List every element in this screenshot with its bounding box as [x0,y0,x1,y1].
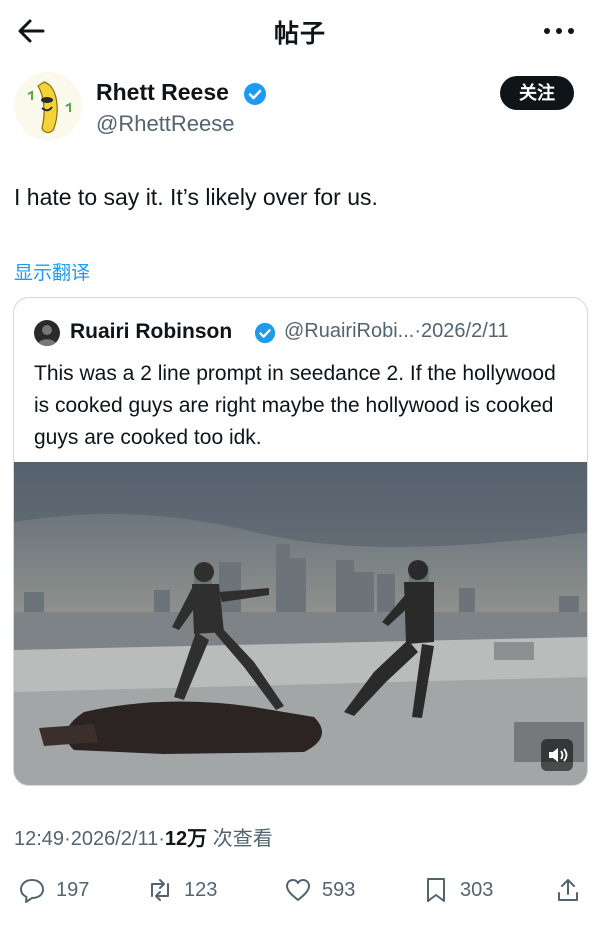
volume-icon [549,748,568,762]
page-title: 帖子 [273,20,326,48]
views-count[interactable]: 12万 [165,828,207,850]
bookmark-count: 303 [460,878,494,901]
mute-button[interactable] [541,739,573,771]
more-horizontal-icon [544,28,574,34]
quoted-date[interactable]: 2026/2/11 [421,320,509,342]
person-avatar-icon [37,325,57,346]
verified-badge-icon [254,322,276,344]
share-button[interactable] [554,870,582,910]
share-icon [558,879,578,901]
author-name[interactable]: Rhett Reese [96,79,229,106]
tweet-author: Rhett Reese @RhettReese 关注 [14,72,586,142]
quoted-avatar[interactable] [34,320,60,346]
separator-dot: · [158,828,165,850]
bookmark-icon [427,878,445,902]
quoted-handle[interactable]: @RuairiRobi... [284,320,414,342]
retweet-count: 123 [184,878,218,901]
retweet-button[interactable]: 123 [146,870,217,910]
tweet-text: I hate to say it. It’s likely over for u… [14,184,378,210]
bookmark-button[interactable]: 303 [422,870,493,910]
more-button[interactable] [542,22,576,40]
like-button[interactable]: 593 [284,870,355,910]
video-thumbnail [14,462,587,785]
separator-dot: · [64,828,71,850]
tweet-time[interactable]: 12:49 [14,828,64,850]
tweet-meta: 12:49·2026/2/11·12万 次查看 [14,822,273,851]
action-bar: 197 123 593 303 [0,870,600,910]
reply-count: 197 [56,878,90,901]
tweet-date[interactable]: 2026/2/11 [71,828,159,850]
quoted-text: This was a 2 line prompt in seedance 2. … [34,362,556,449]
quoted-tweet[interactable]: Ruairi Robinson @RuairiRobi...·2026/2/11… [13,297,588,786]
reply-icon [20,879,44,903]
retweet-icon [151,879,169,901]
follow-button[interactable]: 关注 [500,76,574,110]
banana-avatar-icon [27,81,71,134]
reply-button[interactable]: 197 [18,870,89,910]
author-handle[interactable]: @RhettReese [96,111,235,137]
quoted-handle-date: @RuairiRobi...·2026/2/11 [284,320,509,343]
translate-link[interactable]: 显示翻译 [14,258,90,285]
heart-icon [286,879,310,901]
top-bar: 帖子 [0,0,600,62]
quoted-author-name[interactable]: Ruairi Robinson [70,320,232,344]
verified-badge-icon [244,83,266,105]
like-count: 593 [322,878,356,901]
quoted-video[interactable] [14,462,587,785]
views-label: 次查看 [212,828,273,850]
separator-dot: · [414,320,422,342]
avatar[interactable] [14,72,82,140]
